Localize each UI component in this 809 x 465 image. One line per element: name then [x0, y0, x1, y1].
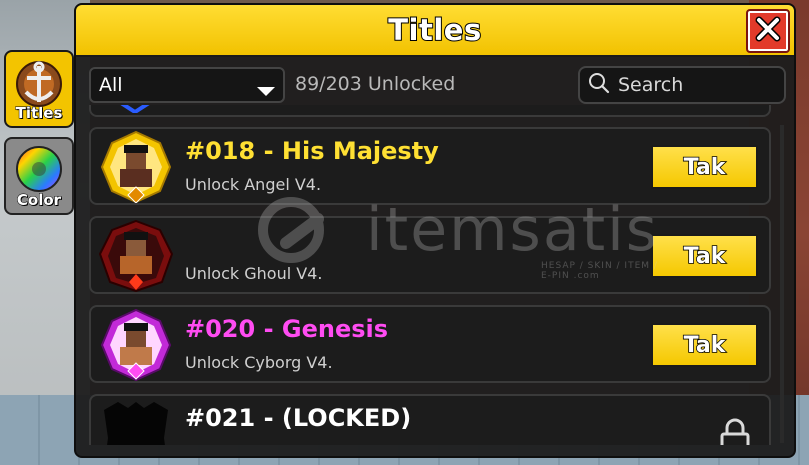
list-item: #018 - His Majesty Unlock Angel V4. Tak — [89, 127, 771, 205]
title-requirement: Unlock Angel V4. — [185, 175, 322, 194]
panel-header: Titles — [76, 5, 794, 57]
panel-title: Titles — [387, 12, 482, 48]
avatar — [98, 130, 174, 204]
close-x-icon — [755, 16, 781, 46]
tab-titles[interactable]: Titles — [4, 50, 74, 128]
close-button[interactable] — [746, 9, 790, 53]
search-icon — [588, 72, 610, 98]
list-item — [89, 105, 771, 117]
tab-color[interactable]: Color — [4, 137, 74, 215]
search-box[interactable] — [578, 66, 786, 104]
title-requirement: Unlock Ghoul V4. — [185, 264, 323, 283]
avatar — [98, 308, 174, 382]
search-input[interactable] — [616, 73, 780, 97]
list-item: Unlock Ghoul V4. Tak — [89, 216, 771, 294]
equip-button[interactable]: Tak — [651, 323, 758, 367]
equip-button-label: Tak — [683, 332, 726, 359]
filter-dropdown[interactable]: All — [89, 67, 285, 103]
anchor-emblem-icon — [14, 58, 64, 114]
lock-icon — [719, 418, 751, 445]
equip-button-label: Tak — [683, 243, 726, 270]
list-item: #020 - Genesis Unlock Cyborg V4. Tak — [89, 305, 771, 383]
titles-list: #018 - His Majesty Unlock Angel V4. Tak … — [86, 105, 774, 445]
avatar-silhouette — [98, 398, 174, 445]
title-name: #018 - His Majesty — [185, 137, 439, 165]
list-scrollbar[interactable] — [780, 125, 784, 443]
titles-panel: Titles All 89/203 Unlocked Search #018 -… — [74, 3, 796, 458]
title-name: #021 - (LOCKED) — [185, 404, 412, 432]
equip-button[interactable]: Tak — [651, 234, 758, 278]
equip-button[interactable]: Tak — [651, 145, 758, 189]
unlock-count: 89/203 Unlocked — [295, 73, 456, 95]
filter-selected-value: All — [99, 74, 123, 96]
list-item: #021 - (LOCKED) — [89, 394, 771, 445]
color-wheel-icon — [15, 145, 63, 197]
chevron-down-icon — [257, 82, 275, 101]
equip-button-label: Tak — [683, 154, 726, 181]
avatar — [98, 219, 174, 293]
title-requirement: Unlock Cyborg V4. — [185, 353, 333, 372]
title-name: #020 - Genesis — [185, 315, 389, 343]
